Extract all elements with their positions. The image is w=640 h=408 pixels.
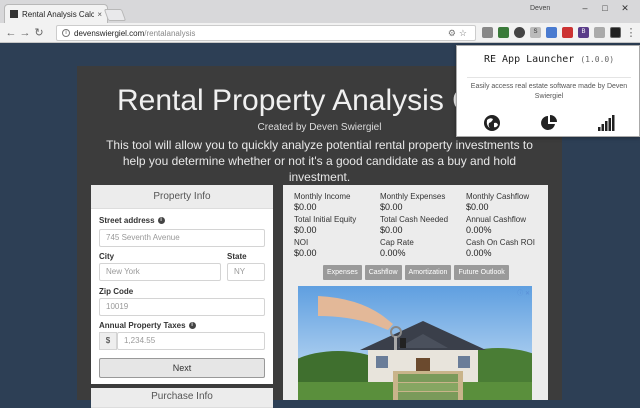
pie-chart-icon[interactable] [540,114,558,132]
tab-expenses[interactable]: Expenses [323,265,362,280]
forward-icon[interactable]: → [18,26,32,40]
results-panel: Monthly Income $0.00 Monthly Expenses $0.0… [283,185,548,400]
extension-icon[interactable] [482,27,493,38]
popup-title-text: RE App Launcher [483,54,575,65]
popup-version: (1.0.0) [580,55,615,64]
purchase-info-panel: Purchase Info [91,388,273,408]
tab-amortization[interactable]: Amortization [404,265,452,280]
stat-label: Annual Cashflow [466,215,527,224]
stat-value: $0.00 [294,225,317,235]
stat-value: 0.00% [380,248,406,258]
favicon-icon [10,10,18,18]
stat-total-cash-needed: Total Cash Needed $0.00 [380,215,448,235]
address-bar[interactable]: i devenswiergiel.com /rentalanalysis ⚙☆ [56,25,476,41]
extension-icon[interactable] [546,27,557,38]
state-input[interactable]: NY [227,263,265,281]
stat-label: NOI [294,238,309,247]
stat-label: Total Cash Needed [380,215,449,224]
stat-value: $0.00 [466,202,489,212]
stat-annual-cashflow: Annual Cashflow 0.00% [466,215,526,235]
stat-monthly-cashflow: Monthly Cashflow $0.00 [466,192,529,212]
browser-tab[interactable]: Rental Analysis Calculat... × [4,4,108,23]
extension-icon[interactable]: S [530,27,541,38]
stat-cap-rate: Cap Rate 0.00% [380,238,414,258]
stat-value: $0.00 [380,202,403,212]
stat-label: Total Initial Equity [294,215,357,224]
browser-toolbar: ← → ↻ i devenswiergiel.com /rentalanalys… [0,23,640,43]
stat-value: $0.00 [294,202,317,212]
ad-choices-icon[interactable]: ⓘ ✕ [517,288,530,297]
dollar-prefix: $ [99,332,117,350]
street-address-label: Street address i [99,216,165,225]
tab-title: Rental Analysis Calculat... [22,9,95,19]
state-label: State [227,252,247,261]
property-taxes-label: Annual Property Taxes i [99,321,196,330]
url-host: devenswiergiel.com [74,28,145,38]
re-app-launcher-popup: RE App Launcher (1.0.0) Easily access re… [456,45,640,137]
extension-icon[interactable]: B [578,27,589,38]
stat-label: Monthly Income [294,192,351,201]
url-path: /rentalanalysis [144,28,196,38]
street-address-input[interactable]: 745 Seventh Avenue [99,229,265,247]
extension-icon[interactable] [498,27,509,38]
tab-strip: Rental Analysis Calculat... × Deven – □ … [0,0,640,23]
zip-code-input[interactable]: 10019 [99,298,265,316]
close-window-icon[interactable]: ✕ [618,3,632,14]
next-button[interactable]: Next [99,358,265,378]
property-info-panel: Property Info Street address i 745 Sevent… [91,185,273,384]
extension-icon[interactable] [514,27,525,38]
property-taxes-label-text: Annual Property Taxes [99,321,186,330]
stat-label: Monthly Expenses [380,192,446,201]
popup-divider [467,77,631,78]
stat-cash-on-cash-roi: Cash On Cash ROI 0.00% [466,238,535,258]
property-info-header: Property Info [91,185,273,209]
site-info-icon[interactable]: i [62,29,70,37]
popup-description: Easily access real estate software made … [470,83,628,100]
re-app-launcher-icon[interactable] [610,27,621,38]
extension-icon[interactable] [594,27,605,38]
house-keys-photo [298,286,532,400]
stat-total-initial-equity: Total Initial Equity $0.00 [294,215,356,235]
profile-name[interactable]: Deven [530,5,550,12]
results-tabs: Expenses Cashflow Amortization Future Ou… [323,265,509,280]
bookmark-star-icon[interactable]: ⚙☆ [448,28,470,39]
browser-menu-icon[interactable]: ⋮ [624,26,638,40]
popup-title: RE App Launcher (1.0.0) [457,54,640,65]
stat-monthly-income: Monthly Income $0.00 [294,192,350,212]
page-title: Rental Property Analysis Calc [117,84,513,117]
stat-monthly-expenses: Monthly Expenses $0.00 [380,192,445,212]
back-icon[interactable]: ← [4,26,18,40]
tab-future-outlook[interactable]: Future Outlook [454,265,509,280]
stat-value: 0.00% [466,248,492,258]
stat-value: $0.00 [294,248,317,258]
stat-label: Cash On Cash ROI [466,238,535,247]
ad-image[interactable]: ⓘ ✕ [298,286,532,400]
info-icon[interactable]: i [157,217,165,225]
purchase-info-header: Purchase Info [91,388,273,408]
stat-label: Monthly Cashflow [466,192,530,201]
info-icon[interactable]: i [188,322,196,330]
page-description: This tool will allow you to quickly anal… [106,138,533,184]
city-input[interactable]: New York [99,263,221,281]
tab-close-icon[interactable]: × [97,10,102,19]
stat-label: Cap Rate [380,238,414,247]
tab-cashflow[interactable]: Cashflow [364,265,402,280]
signal-bars-icon[interactable] [597,114,615,132]
reload-icon[interactable]: ↻ [32,26,46,40]
zip-code-label: Zip Code [99,287,134,296]
stat-value: $0.00 [380,225,403,235]
minimize-icon[interactable]: – [578,3,592,13]
property-taxes-input[interactable]: 1,234.55 [117,332,265,350]
stat-noi: NOI $0.00 [294,238,317,258]
new-tab-button[interactable] [103,9,127,21]
stat-value: 0.00% [466,225,492,235]
globe-icon[interactable] [483,114,501,132]
maximize-icon[interactable]: □ [598,3,612,13]
street-address-label-text: Street address [99,216,155,225]
extension-icon[interactable] [562,27,573,38]
city-label: City [99,252,115,261]
